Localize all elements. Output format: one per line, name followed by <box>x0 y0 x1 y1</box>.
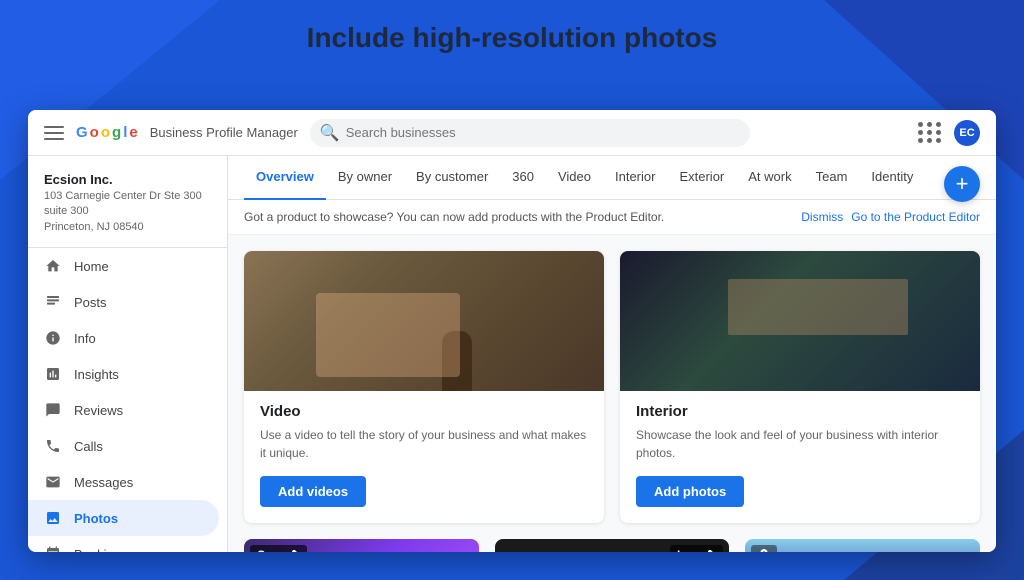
tab-at-work[interactable]: At work <box>736 156 803 200</box>
add-photo-fab[interactable]: + <box>944 166 980 202</box>
sidebar-item-info[interactable]: Info <box>28 320 219 356</box>
interior-card-desc: Showcase the look and feel of your busin… <box>636 426 964 462</box>
nav-label-info: Info <box>74 331 96 346</box>
apps-icon[interactable] <box>918 122 942 143</box>
tab-exterior[interactable]: Exterior <box>667 156 736 200</box>
photo-grid: Video Use a video to tell the story of y… <box>228 235 996 539</box>
interior-card-body: Interior Showcase the look and feel of y… <box>620 391 980 523</box>
info-icon <box>44 329 62 347</box>
product-editor-banner: Got a product to showcase? You can now a… <box>228 200 996 235</box>
video-card-title: Video <box>260 403 588 420</box>
interior-card: Interior Showcase the look and feel of y… <box>620 251 980 523</box>
top-bar: Google Business Profile Manager 🔍 EC <box>28 110 996 156</box>
photo-tabs: Overview By owner By customer 360 Video … <box>228 156 996 200</box>
posts-icon <box>44 293 62 311</box>
sidebar-item-reviews[interactable]: Reviews <box>28 392 219 428</box>
video-card-body: Video Use a video to tell the story of y… <box>244 391 604 523</box>
video-card-desc: Use a video to tell the story of your bu… <box>260 426 588 462</box>
interior-card-title: Interior <box>636 403 964 420</box>
search-input[interactable] <box>346 125 740 140</box>
tab-overview[interactable]: Overview <box>244 156 326 200</box>
sidebar-item-posts[interactable]: Posts <box>28 284 219 320</box>
business-name: Ecsion Inc. <box>44 172 211 187</box>
topbar-avatar[interactable]: EC <box>954 120 980 146</box>
sidebar-item-home[interactable]: Home <box>28 248 219 284</box>
sidebar: Ecsion Inc. 103 Carnegie Center Dr Ste 3… <box>28 156 228 552</box>
tab-360[interactable]: 360 <box>500 156 546 200</box>
tab-video[interactable]: Video <box>546 156 603 200</box>
sidebar-item-messages[interactable]: Messages <box>28 464 219 500</box>
add-interior-photos-button[interactable]: Add photos <box>636 476 744 507</box>
sidebar-item-insights[interactable]: Insights <box>28 356 219 392</box>
tab-by-owner[interactable]: By owner <box>326 156 404 200</box>
banner-text: Got a product to showcase? You can now a… <box>244 210 793 224</box>
nav-label-messages: Messages <box>74 475 133 490</box>
business-address: 103 Carnegie Center Dr Ste 300 suite 300… <box>44 189 211 235</box>
cover-photo[interactable]: Cover ✎ <box>244 539 479 552</box>
nav-label-calls: Calls <box>74 439 103 454</box>
photos-icon <box>44 509 62 527</box>
tab-team[interactable]: Team <box>804 156 860 200</box>
tab-interior[interactable]: Interior <box>603 156 667 200</box>
logo-photo[interactable]: Logo ✎ ECSION <box>495 539 730 552</box>
topbar-title: Business Profile Manager <box>150 125 298 140</box>
sidebar-item-calls[interactable]: Calls <box>28 428 219 464</box>
search-icon: 🔍 <box>320 123 340 143</box>
business-info: Ecsion Inc. 103 Carnegie Center Dr Ste 3… <box>28 164 227 248</box>
cover-badge: Cover ✎ <box>250 545 307 552</box>
nav-label-posts: Posts <box>74 295 107 310</box>
google-logo: Google <box>76 124 138 141</box>
video-card: Video Use a video to tell the story of y… <box>244 251 604 523</box>
calls-icon <box>44 437 62 455</box>
building-badge <box>751 545 777 552</box>
bookings-icon <box>44 545 62 552</box>
page-headline: Include high-resolution photos <box>0 22 1024 54</box>
nav-label-home: Home <box>74 259 109 274</box>
nav-label-bookings: Bookings <box>74 547 127 552</box>
logo-badge: Logo ✎ <box>670 545 723 552</box>
tab-by-customer[interactable]: By customer <box>404 156 500 200</box>
nav-label-reviews: Reviews <box>74 403 123 418</box>
hamburger-icon[interactable] <box>44 126 64 140</box>
messages-icon <box>44 473 62 491</box>
reviews-icon <box>44 401 62 419</box>
bottom-photos-row: Cover ✎ Logo ✎ ECSION <box>228 539 996 552</box>
sidebar-item-photos[interactable]: Photos <box>28 500 219 536</box>
nav-label-photos: Photos <box>74 511 118 526</box>
interior-card-image <box>620 251 980 391</box>
nav-label-insights: Insights <box>74 367 119 382</box>
browser-window: Google Business Profile Manager 🔍 EC Ecs… <box>28 110 996 552</box>
video-person-silhouette <box>442 331 472 391</box>
body-area: Ecsion Inc. 103 Carnegie Center Dr Ste 3… <box>28 156 996 552</box>
video-card-image <box>244 251 604 391</box>
main-content: + Overview By owner By customer 360 Vide… <box>228 156 996 552</box>
home-icon <box>44 257 62 275</box>
sidebar-nav: Home Posts Info <box>28 248 227 552</box>
product-editor-link[interactable]: Go to the Product Editor <box>851 210 980 224</box>
dismiss-link[interactable]: Dismiss <box>801 210 843 224</box>
add-videos-button[interactable]: Add videos <box>260 476 366 507</box>
building-photo[interactable] <box>745 539 980 552</box>
insights-icon <box>44 365 62 383</box>
search-bar[interactable]: 🔍 <box>310 119 750 147</box>
sidebar-item-bookings[interactable]: Bookings <box>28 536 219 552</box>
tab-identity[interactable]: Identity <box>859 156 925 200</box>
